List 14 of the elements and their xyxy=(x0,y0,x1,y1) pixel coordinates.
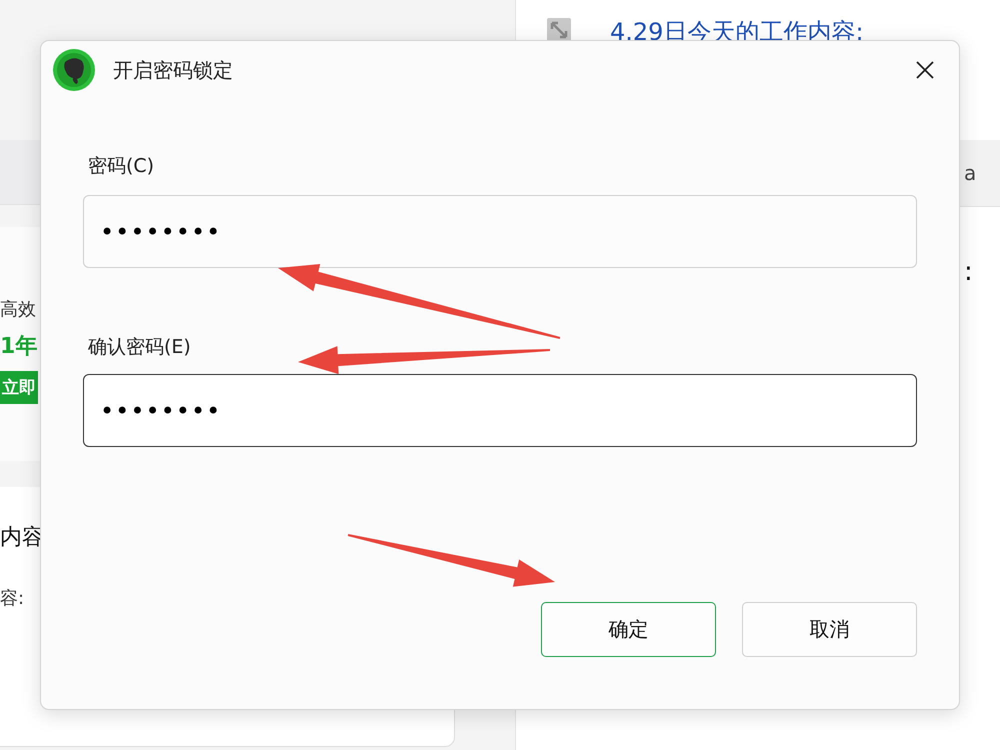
resize-icon[interactable] xyxy=(546,17,572,43)
password-field[interactable]: •••••••• xyxy=(83,374,917,447)
close-icon[interactable] xyxy=(915,60,935,80)
note-text: a xyxy=(964,161,976,185)
sidebar-text: 容: xyxy=(0,587,24,610)
cancel-button[interactable]: 取消 xyxy=(742,602,917,657)
field-label: 确认密码(E) xyxy=(88,335,192,360)
confirm-button[interactable]: 确定 xyxy=(541,602,716,657)
dialog-title: 开启密码锁定 xyxy=(113,56,234,84)
note-heading: : xyxy=(964,257,973,287)
password-field[interactable]: •••••••• xyxy=(83,195,917,268)
sidebar-text: 高效 xyxy=(0,298,36,321)
promo-text: 1年 xyxy=(0,333,38,361)
field-label: 密码(C) xyxy=(88,154,156,179)
